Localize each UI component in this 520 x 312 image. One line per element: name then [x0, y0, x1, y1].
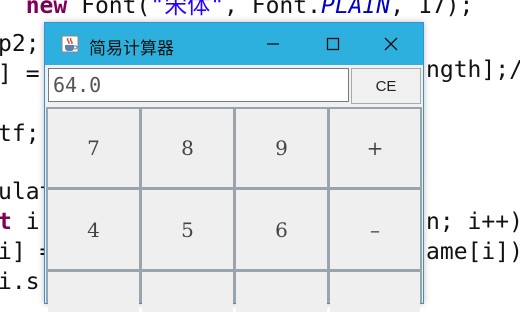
key-minus[interactable]: – — [330, 190, 420, 269]
maximize-button[interactable] — [303, 23, 363, 65]
clear-entry-button[interactable]: CE — [351, 68, 421, 104]
title-bar[interactable]: 简易计算器 — [45, 23, 423, 65]
key-7[interactable]: 7 — [48, 109, 139, 187]
code-fragment: ngth];/ — [426, 57, 520, 83]
calculator-window: 简易计算器 64.0 CE 7 8 9 + 4 5 6 – — [44, 22, 424, 312]
key-4[interactable]: 4 — [48, 190, 139, 269]
key-row3-col4[interactable] — [330, 272, 420, 312]
display-field[interactable]: 64.0 — [48, 68, 349, 102]
code-fragment: ame[i]) — [426, 239, 520, 265]
code-line: p2; — [0, 31, 40, 57]
code-line: new Font("宋体", Font.PLAIN, 17); — [25, 0, 474, 19]
key-plus[interactable]: + — [330, 109, 420, 187]
code-line: t i — [0, 209, 40, 235]
keypad: 7 8 9 + 4 5 6 – — [46, 107, 422, 312]
key-6[interactable]: 6 — [236, 190, 327, 269]
maximize-icon — [326, 37, 340, 51]
code-fragment: n; i++) — [426, 209, 520, 235]
key-row3-col1[interactable] — [48, 272, 139, 312]
key-row3-col3[interactable] — [236, 272, 327, 312]
window-title: 简易计算器 — [89, 39, 174, 59]
key-5[interactable]: 5 — [142, 190, 233, 269]
minimize-button[interactable] — [243, 23, 303, 65]
minimize-icon — [267, 43, 279, 45]
close-button[interactable] — [361, 23, 421, 65]
key-9[interactable]: 9 — [236, 109, 327, 187]
code-line: ] = — [0, 61, 40, 87]
key-row3-col2[interactable] — [142, 272, 233, 312]
key-8[interactable]: 8 — [142, 109, 233, 187]
close-icon — [384, 37, 398, 51]
code-line: tf; — [0, 121, 40, 147]
java-cup-icon — [61, 35, 79, 53]
